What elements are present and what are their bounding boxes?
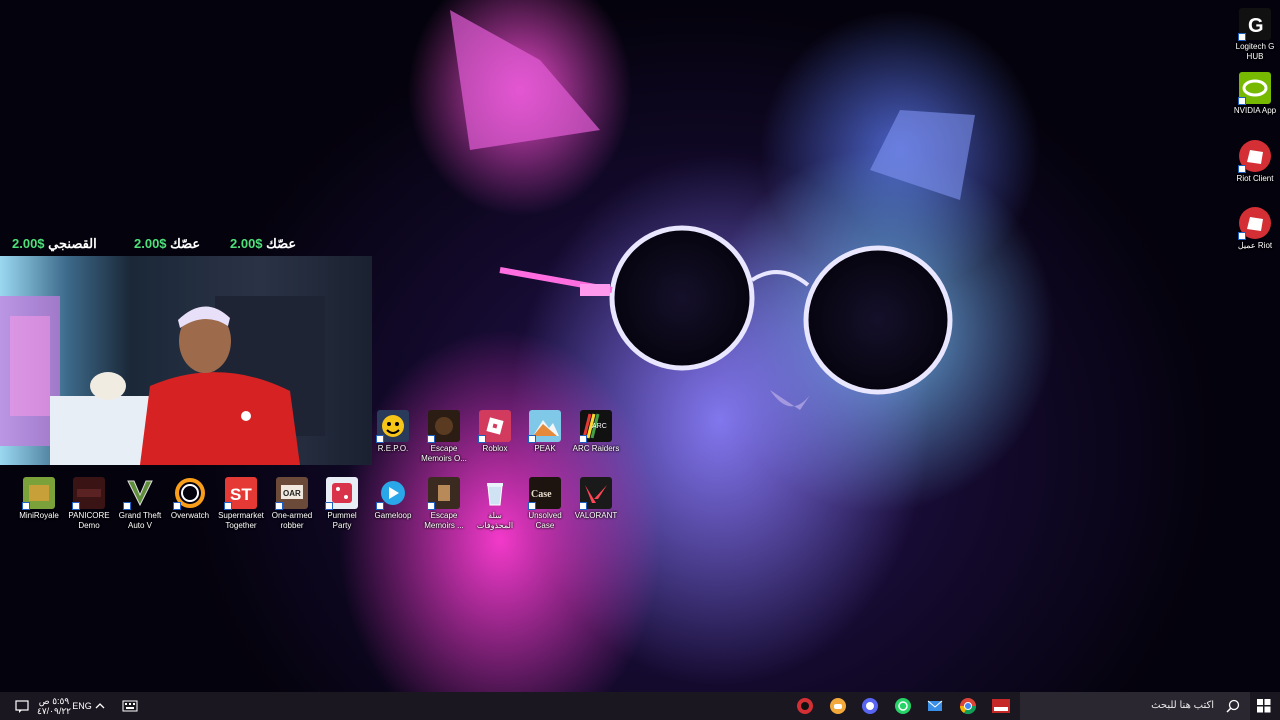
desktop-icon-escape-memoirs[interactable]: Escape Memoirs O... [419,410,469,464]
taskbar-app-discord[interactable] [825,692,851,720]
desktop-icon-overwatch[interactable]: Overwatch [165,477,215,521]
unsolved-case-icon: Case [528,477,561,510]
peak-icon [528,410,561,443]
desktop-icon-peak[interactable]: PEAK [520,410,570,454]
notification-icon[interactable] [12,692,32,720]
desktop-icon-recycle-bin[interactable]: سلة المحذوفات [470,477,520,531]
desktop-icon-one-armed-robber[interactable]: OAR One-armed robber [267,477,317,531]
riot-icon [1238,140,1271,173]
game-icon [992,699,1010,713]
desktop-icon-riot-client-ar[interactable]: عميل Riot [1230,207,1280,251]
windows-icon [1257,699,1271,713]
arc-raiders-icon: ARC [579,410,612,443]
svg-text:ST: ST [230,485,252,504]
taskbar-app-obs[interactable] [857,692,883,720]
taskbar: ٥:٥٩ ص ٤٧/٠٩/٢٢ ENG اكتب هنا للبحث [0,692,1280,720]
escape-memoirs-icon [427,477,460,510]
desktop-icon-escape-memoirs-2[interactable]: Escape Memoirs ... [419,477,469,531]
desktop-icon-riot-client[interactable]: Riot Client [1230,140,1280,184]
svg-text:Case: Case [531,489,552,500]
panicore-icon [72,477,105,510]
taskbar-app-whatsapp[interactable] [890,692,916,720]
svg-text:G: G [1248,15,1264,37]
riot-icon [797,698,813,714]
riot-icon [1238,207,1271,240]
clock-time: ٥:٥٩ ص [38,696,70,706]
desktop-icon-supermarket-together[interactable]: ST Supermarket Together [216,477,266,531]
logitech-g-icon: G [1238,8,1271,41]
desktop-icon-pummel-party[interactable]: Pummel Party [317,477,367,531]
search-icon [1226,699,1240,713]
donation-entry: 2.00$ عصّك [134,236,201,251]
repo-icon [376,410,409,443]
desktop-icon-nvidia-app[interactable]: NVIDIA App [1230,72,1280,116]
taskbar-app-chrome[interactable] [955,692,981,720]
discord-yellow-icon [830,698,846,714]
desktop-icon-panicore-demo[interactable]: PANICORE Demo [64,477,114,531]
taskbar-app-mail[interactable] [922,692,948,720]
whatsapp-icon [895,698,911,714]
desktop-icon-repo[interactable]: R.E.P.O. [368,410,418,454]
search-box[interactable]: اكتب هنا للبحث [1020,692,1250,720]
overwatch-icon [173,477,206,510]
start-button[interactable] [1254,692,1274,720]
chevron-up-icon[interactable] [92,692,108,720]
escape-memoirs-icon [427,410,460,443]
miniroyale-icon [22,477,55,510]
obs-icon [862,698,878,714]
clock-date: ٤٧/٠٩/٢٢ [36,706,71,716]
taskbar-app-riot[interactable] [792,692,818,720]
desktop-icon-unsolved-case[interactable]: Case Unsolved Case [520,477,570,531]
gameloop-icon [376,477,409,510]
desktop-icon-arc-raiders[interactable]: ARC ARC Raiders [571,410,621,454]
mail-icon [927,700,943,711]
one-armed-robber-icon: OAR [275,477,308,510]
valorant-icon [579,477,612,510]
donation-entry: 2.00$ عصّك [230,236,297,251]
desktop-icon-miniroyale[interactable]: MiniRoyale [14,477,64,521]
desktop-icon-valorant[interactable]: VALORANT [571,477,621,521]
svg-text:ARC: ARC [592,423,607,430]
svg-text:OAR: OAR [283,489,301,498]
keyboard-icon[interactable] [120,692,140,720]
desktop-icon-logitech-g-hub[interactable]: G Logitech G HUB [1230,8,1280,62]
gta-icon [123,477,156,510]
donation-entry: 2.00$ القصنجي [12,236,97,251]
desktop-icon-roblox[interactable]: Roblox [470,410,520,454]
search-placeholder: اكتب هنا للبحث [1151,700,1214,711]
donation-overlay: 2.00$ القصنجي 2.00$ عصّك 2.00$ عصّك [12,236,302,252]
recycle-bin-icon [479,477,511,509]
clock[interactable]: ٥:٥٩ ص ٤٧/٠٩/٢٢ [34,692,74,720]
pummel-party-icon [325,477,358,510]
desktop-icon-gameloop[interactable]: Gameloop [368,477,418,521]
streamer-camera-feed [0,296,325,465]
nvidia-icon [1238,72,1271,105]
desktop-icon-gta-v[interactable]: Grand Theft Auto V [115,477,165,531]
taskbar-app-game[interactable] [988,692,1014,720]
webcam-overlay [0,256,372,465]
roblox-icon [478,410,511,443]
chrome-icon [959,698,977,715]
language-indicator[interactable]: ENG [72,692,92,720]
supermarket-icon: ST [224,477,257,510]
